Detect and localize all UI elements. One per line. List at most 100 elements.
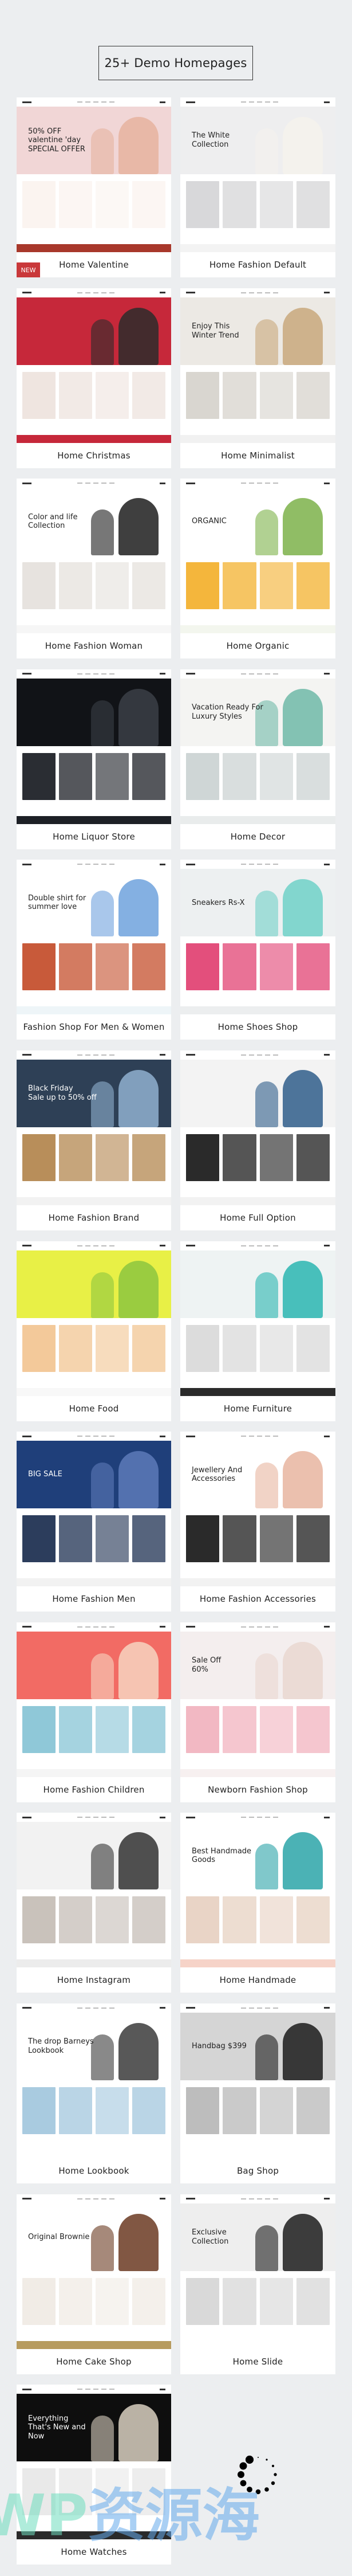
thumbnail-hero: Black Friday Sale up to 50% off [17, 1059, 171, 1127]
demo-label[interactable]: Home Watches [17, 2539, 171, 2565]
thumbnail-hero: Color and life Collection [17, 488, 171, 556]
demo-card[interactable]: Enjoy This Winter Trend Home Minimalist [180, 288, 335, 468]
demo-card[interactable]: Handbag $399 Bag Shop [180, 2003, 335, 2183]
demo-card[interactable]: Original Brownie Home Cake Shop [17, 2194, 171, 2374]
demo-label[interactable]: Home Fashion Woman [17, 633, 171, 658]
thumbnail-hero [180, 1250, 335, 1318]
demo-thumbnail[interactable]: Jewellery And Accessories [180, 1432, 335, 1587]
demo-thumbnail[interactable]: BIG SALE [17, 1432, 171, 1587]
demo-label[interactable]: Home Slide [180, 2349, 335, 2374]
demo-card[interactable]: Home Christmas [17, 288, 171, 468]
demo-thumbnail[interactable]: Sneakers Rs-X [180, 860, 335, 1015]
thumbnail-header [180, 288, 335, 297]
demo-label[interactable]: Home Fashion Default [180, 252, 335, 277]
demo-label[interactable]: Home Fashion Brand [17, 1205, 171, 1230]
demo-thumbnail[interactable] [180, 1050, 335, 1205]
hero-text: Vacation Ready For Luxury Styles [192, 703, 263, 721]
demo-thumbnail[interactable]: Black Friday Sale up to 50% off [17, 1050, 171, 1205]
hero-text: Best Handmade Goods [192, 1846, 252, 1865]
demo-card[interactable]: Double shirt for summer love Fashion Sho… [17, 860, 171, 1040]
demo-card[interactable]: ORGANIC Home Organic [180, 479, 335, 659]
demo-card[interactable]: Home Furniture [180, 1241, 335, 1421]
demo-label[interactable]: Home Full Option [180, 1205, 335, 1230]
demo-thumbnail[interactable] [17, 288, 171, 443]
demo-label[interactable]: Home Decor [180, 824, 335, 849]
demo-thumbnail[interactable] [17, 669, 171, 824]
thumbnail-products [17, 936, 171, 991]
demo-label[interactable]: Newborn Fashion Shop [180, 1777, 335, 1802]
thumbnail-hero: Best Handmade Goods [180, 1822, 335, 1890]
demo-thumbnail[interactable]: Original Brownie [17, 2194, 171, 2349]
demo-card[interactable]: Home Liquor Store [17, 669, 171, 849]
thumbnail-products [180, 1508, 335, 1563]
demo-card[interactable]: Home Full Option [180, 1050, 335, 1230]
thumbnail-products [180, 746, 335, 800]
demo-label[interactable]: Home Minimalist [180, 443, 335, 468]
demo-thumbnail[interactable] [17, 1241, 171, 1396]
demo-card[interactable]: Home Fashion Children [17, 1622, 171, 1802]
demo-thumbnail[interactable]: Enjoy This Winter Trend [180, 288, 335, 443]
demo-card[interactable]: Everything That's New and Now Home Watch… [17, 2385, 171, 2565]
thumbnail-hero: Sale Off 60% [180, 1631, 335, 1699]
demo-label[interactable]: Home Christmas [17, 443, 171, 468]
demo-thumbnail[interactable]: Handbag $399 [180, 2003, 335, 2158]
demo-card[interactable]: Exclusive Collection Home Slide [180, 2194, 335, 2374]
demo-thumbnail[interactable]: Everything That's New and Now [17, 2385, 171, 2540]
demo-label[interactable]: Home Food [17, 1396, 171, 1421]
demo-thumbnail[interactable] [17, 1622, 171, 1777]
demo-card[interactable]: Black Friday Sale up to 50% off Home Fas… [17, 1050, 171, 1230]
demo-thumbnail[interactable]: The White Collection [180, 97, 335, 252]
demo-card[interactable]: Vacation Ready For Luxury Styles Home De… [180, 669, 335, 849]
demo-thumbnail[interactable]: Exclusive Collection [180, 2194, 335, 2349]
demo-label[interactable]: Home Liquor Store [17, 824, 171, 849]
demo-label[interactable]: Home Furniture [180, 1396, 335, 1421]
demo-card[interactable]: 50% OFF valentine 'day SPECIAL OFFER Hom… [17, 97, 171, 277]
thumbnail-header [180, 479, 335, 488]
demo-thumbnail[interactable]: Color and life Collection [17, 479, 171, 634]
demo-card[interactable]: Sneakers Rs-X Home Shoes Shop [180, 860, 335, 1040]
demo-label[interactable]: Fashion Shop For Men & Women [17, 1014, 171, 1040]
demo-thumbnail[interactable]: Best Handmade Goods [180, 1813, 335, 1968]
demo-card[interactable]: The drop Barneys Lookbook Home Lookbook [17, 2003, 171, 2183]
hero-text: Black Friday Sale up to 50% off [28, 1084, 97, 1102]
thumbnail-hero: BIG SALE [17, 1441, 171, 1509]
demo-thumbnail[interactable] [180, 1241, 335, 1396]
thumbnail-header [17, 479, 171, 488]
demo-card[interactable]: Sale Off 60% Newborn Fashion Shop [180, 1622, 335, 1802]
demo-thumbnail[interactable]: ORGANIC [180, 479, 335, 634]
demo-card[interactable]: Home Instagram [17, 1813, 171, 1993]
demo-label[interactable]: Home Instagram [17, 1967, 171, 1993]
demo-label[interactable]: Home Cake Shop [17, 2349, 171, 2374]
thumbnail-header [180, 1622, 335, 1632]
demo-thumbnail[interactable]: The drop Barneys Lookbook [17, 2003, 171, 2158]
thumbnail-hero: Double shirt for summer love [17, 869, 171, 937]
demo-thumbnail[interactable]: 50% OFF valentine 'day SPECIAL OFFER [17, 97, 171, 252]
demo-thumbnail[interactable]: Sale Off 60% [180, 1622, 335, 1777]
demo-label[interactable]: Home Fashion Men [17, 1586, 171, 1612]
demo-thumbnail[interactable]: Double shirt for summer love [17, 860, 171, 1015]
thumbnail-header [17, 669, 171, 679]
demo-card[interactable]: BIG SALE Home Fashion Men [17, 1432, 171, 1612]
demo-card[interactable]: Best Handmade Goods Home Handmade [180, 1813, 335, 1993]
thumbnail-header [17, 2003, 171, 2013]
demo-label[interactable]: Home Organic [180, 633, 335, 658]
hero-text: Color and life Collection [28, 512, 78, 531]
hero-text: The White Collection [192, 131, 230, 149]
demo-label[interactable]: Bag Shop [180, 2158, 335, 2183]
thumbnail-header [17, 2194, 171, 2203]
thumbnail-header [17, 97, 171, 107]
demo-label[interactable]: Home Shoes Shop [180, 1014, 335, 1040]
demo-label[interactable]: Home Fashion Accessories [180, 1586, 335, 1612]
demo-label[interactable]: Home Lookbook [17, 2158, 171, 2183]
demo-card[interactable]: Home Food [17, 1241, 171, 1421]
demo-card[interactable]: Color and life Collection Home Fashion W… [17, 479, 171, 659]
demo-card[interactable]: Jewellery And Accessories Home Fashion A… [180, 1432, 335, 1612]
thumbnail-products [17, 1508, 171, 1563]
demo-card[interactable]: The White Collection Home Fashion Defaul… [180, 97, 335, 277]
demo-label[interactable]: Home Fashion Children [17, 1777, 171, 1802]
thumbnail-header [180, 97, 335, 107]
thumbnail-header [17, 860, 171, 869]
demo-thumbnail[interactable]: Vacation Ready For Luxury Styles [180, 669, 335, 824]
demo-thumbnail[interactable] [17, 1813, 171, 1968]
demo-label[interactable]: Home Handmade [180, 1967, 335, 1993]
